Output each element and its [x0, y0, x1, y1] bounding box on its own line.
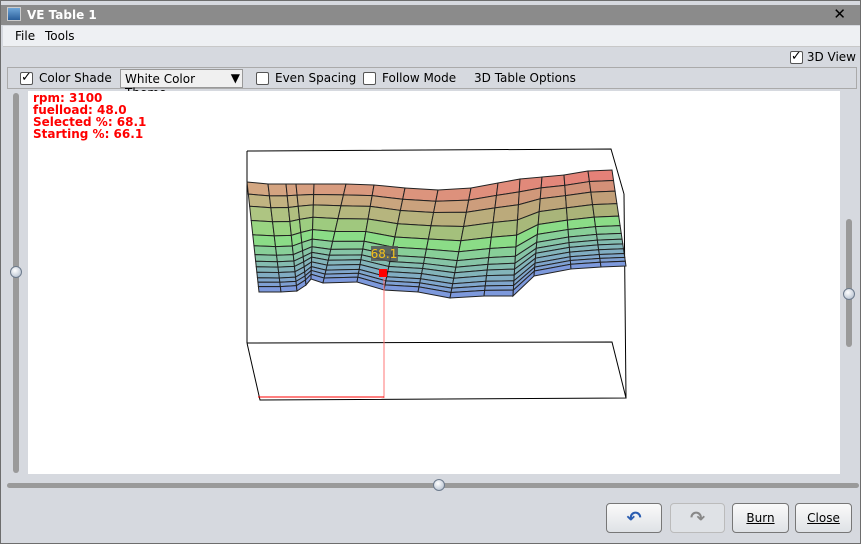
mesh-cell — [312, 204, 342, 220]
mesh-cell — [252, 234, 277, 248]
mesh-cell — [295, 183, 315, 196]
3d-surface-plot[interactable]: 68.1 — [28, 91, 840, 474]
ve-table-window: VE Table 1 ✕ File Tools 3D View Color Sh… — [0, 0, 861, 544]
mesh-cell — [328, 248, 364, 256]
even-spacing-label: Even Spacing — [275, 71, 357, 85]
redo-button: ↷ — [670, 503, 725, 533]
mesh-cell — [483, 289, 514, 297]
3d-canvas[interactable]: rpm: 3100 fuelload: 48.0 Selected %: 68.… — [28, 91, 840, 474]
left-slider-knob[interactable] — [10, 266, 22, 278]
mesh-cell — [334, 218, 369, 233]
mesh-cell — [397, 209, 435, 227]
mesh-cell — [590, 190, 618, 206]
close-window-icon[interactable]: ✕ — [833, 5, 846, 23]
checkbox-icon[interactable] — [363, 71, 376, 85]
redo-icon: ↷ — [689, 507, 706, 529]
mesh-cell — [427, 225, 465, 242]
right-slider-knob[interactable] — [843, 288, 855, 300]
cursor-point[interactable] — [379, 269, 387, 277]
horizontal-slider-knob[interactable] — [433, 479, 445, 491]
checkbox-icon[interactable] — [256, 71, 269, 85]
mesh-cell — [342, 183, 375, 197]
mesh-cell — [591, 203, 620, 218]
right-vertical-slider[interactable] — [846, 219, 852, 347]
color-shade-toggle[interactable]: Color Shade — [20, 70, 112, 85]
left-vertical-slider[interactable] — [13, 93, 19, 473]
checkbox-icon[interactable] — [789, 49, 803, 64]
mesh-cell — [485, 274, 515, 282]
mesh-cell — [330, 240, 365, 250]
burn-button[interactable]: Burn — [732, 503, 789, 533]
mesh-cell — [254, 254, 278, 263]
mesh-cell — [287, 205, 301, 223]
app-icon — [7, 7, 21, 21]
theme-select[interactable]: White Color Theme▼ — [120, 69, 243, 100]
undo-button[interactable]: ↶ — [606, 503, 662, 533]
mesh-cell — [340, 194, 373, 207]
burn-label: Burn — [746, 511, 775, 525]
mesh-cell — [435, 187, 472, 202]
mesh-cell — [257, 281, 281, 288]
mesh-cell — [489, 234, 518, 250]
color-shade-label: Color Shade — [39, 71, 112, 85]
window-title: VE Table 1 — [27, 8, 97, 22]
menu-tools[interactable]: Tools — [45, 29, 75, 43]
menu-bar: File Tools — [3, 26, 860, 47]
menu-file[interactable]: File — [15, 29, 35, 43]
title-bar: VE Table 1 ✕ — [1, 5, 860, 25]
3d-view-toggle[interactable]: 3D View — [789, 49, 856, 64]
mesh-cell — [599, 260, 627, 268]
mesh-cell — [312, 216, 339, 233]
mesh-cell — [256, 271, 280, 279]
mesh-cell — [247, 193, 272, 209]
follow-mode-label: Follow Mode — [382, 71, 457, 85]
3d-table-options-label: 3D Table Options — [474, 71, 576, 85]
mesh-cell — [490, 219, 519, 238]
mesh-cell — [267, 183, 288, 197]
mesh-cell — [250, 219, 275, 237]
mesh-cell — [296, 193, 315, 207]
mesh-cell — [430, 211, 467, 228]
checkbox-icon[interactable] — [20, 70, 33, 85]
cursor-value-label: 68.1 — [371, 247, 398, 261]
mesh-cell — [253, 245, 278, 256]
mesh-cell — [256, 277, 281, 283]
mesh-cell — [285, 183, 298, 197]
close-button[interactable]: Close — [795, 503, 852, 533]
mesh-cell — [268, 195, 289, 209]
mesh-cell — [273, 234, 293, 248]
dropdown-arrow-icon: ▼ — [230, 71, 240, 85]
even-spacing-toggle[interactable]: Even Spacing — [256, 71, 356, 85]
mesh-cell — [249, 205, 274, 223]
mesh-cell — [270, 207, 291, 223]
mesh-cell — [286, 194, 299, 209]
3d-table-options-button[interactable]: 3D Table Options — [474, 71, 576, 85]
mesh-cell — [394, 223, 432, 240]
toolbar: Color Shade White Color Theme▼ Even Spac… — [7, 67, 857, 100]
close-label: Close — [807, 511, 840, 525]
mesh-cell — [587, 169, 615, 183]
mesh-cell — [432, 199, 470, 213]
mesh-cell — [313, 183, 347, 196]
mesh-cell — [593, 215, 621, 228]
mesh-cell — [255, 266, 280, 274]
mesh-cell — [271, 220, 292, 237]
mesh-cell — [588, 180, 616, 193]
mesh-cell — [257, 285, 282, 293]
mesh-cell — [322, 276, 359, 284]
surface-mesh — [246, 169, 627, 299]
undo-icon: ↶ — [626, 507, 642, 529]
mesh-cell — [337, 205, 371, 220]
follow-mode-toggle[interactable]: Follow Mode — [363, 71, 456, 85]
mesh-cell — [274, 245, 294, 256]
mesh-cell — [312, 193, 345, 207]
mesh-cell — [484, 284, 515, 291]
mesh-cell — [279, 285, 298, 293]
3d-view-label: 3D View — [806, 50, 856, 64]
mesh-cell — [332, 231, 367, 242]
